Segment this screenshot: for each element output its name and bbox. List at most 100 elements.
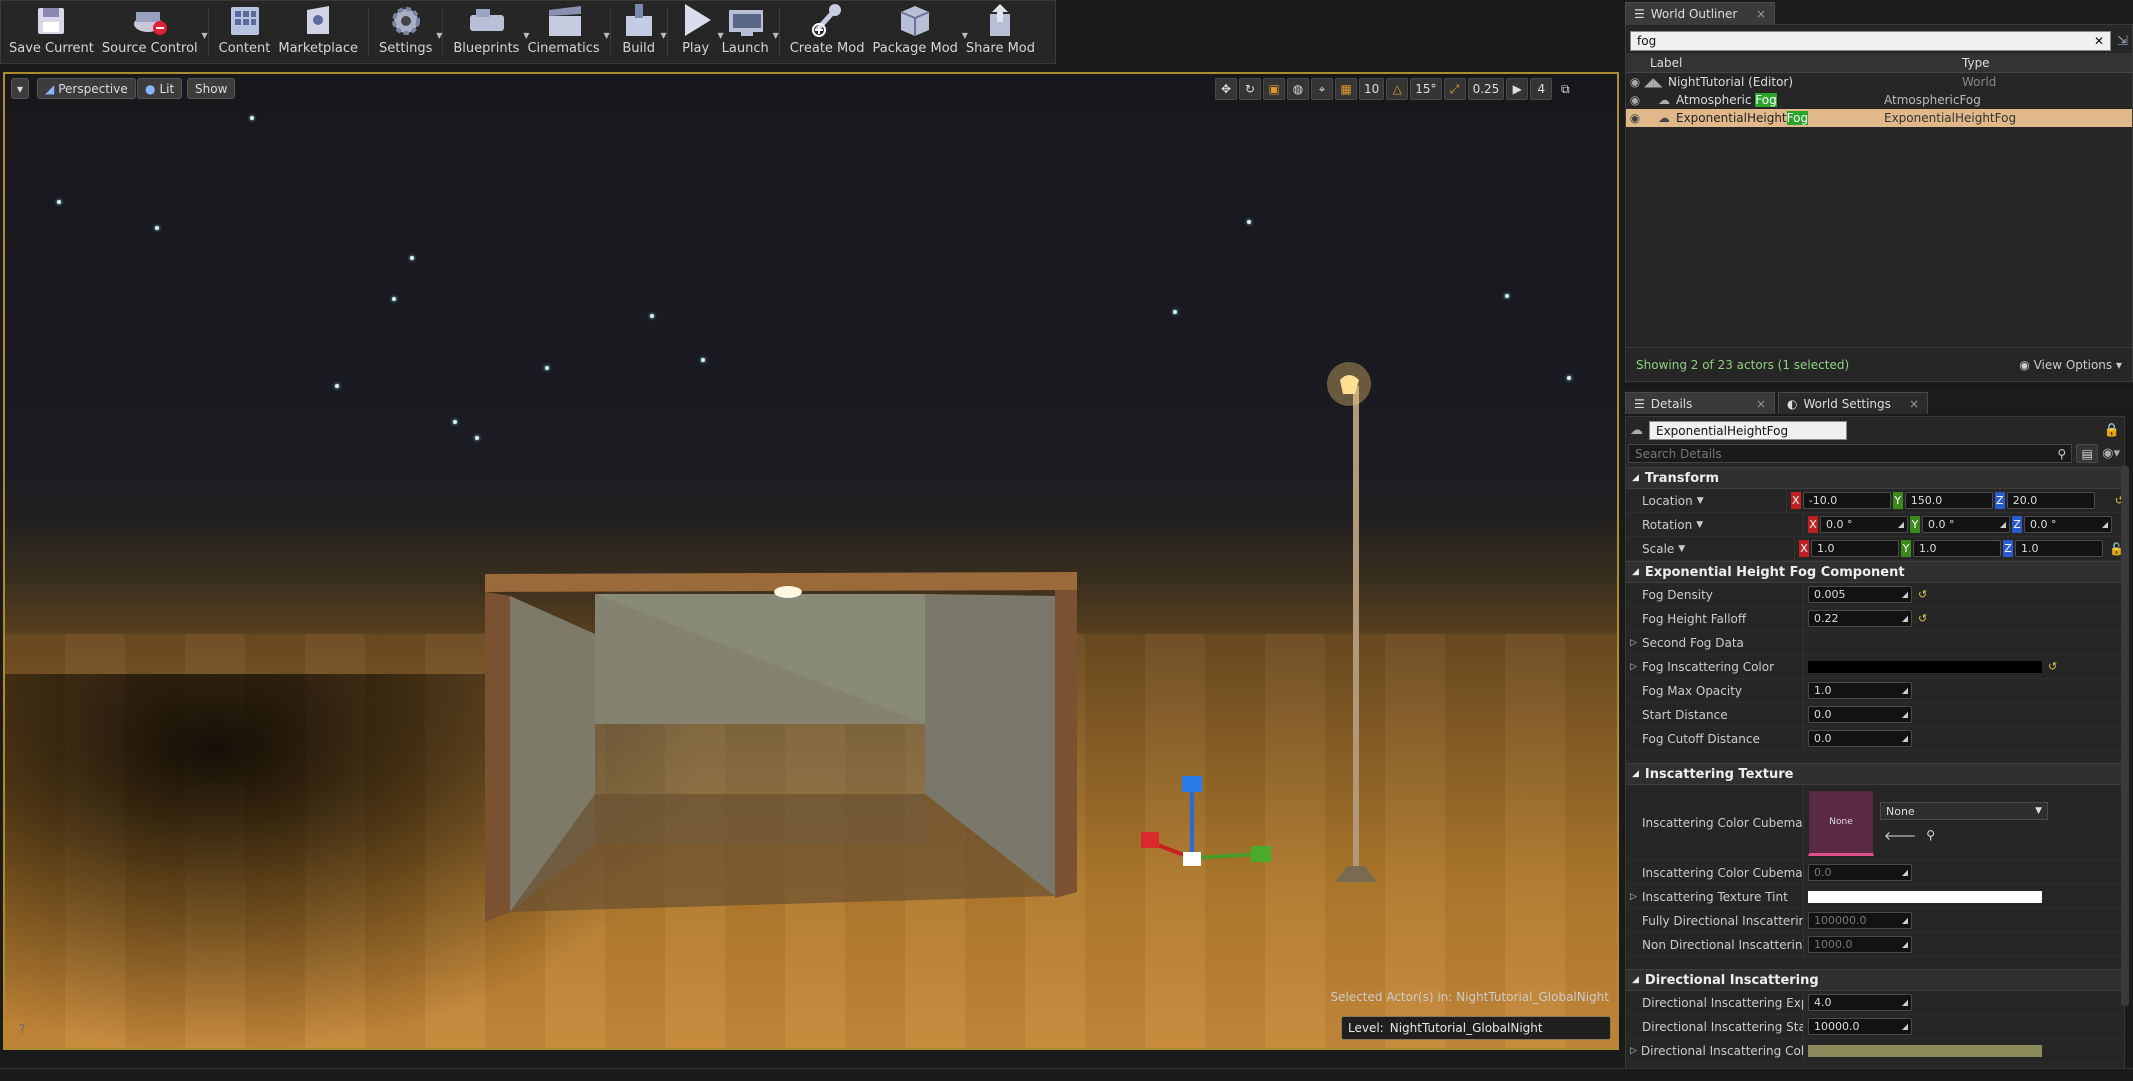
camera-speed-icon[interactable]: ▶ — [1506, 78, 1529, 100]
second-fog-data-row[interactable]: ▷ Second Fog Data — [1626, 631, 2124, 655]
fog-density-field[interactable]: 0.005 ◢ — [1808, 586, 1912, 603]
expand-icon[interactable]: ▷ — [1630, 1046, 1637, 1056]
source-control-button[interactable]: Source Control ▼ — [98, 4, 208, 60]
scale-snap-icon[interactable]: ⤢ — [1443, 78, 1466, 100]
fog-cutoff-field[interactable]: 0.0 ◢ — [1808, 730, 1912, 747]
eye-icon[interactable]: ◉▾ — [2102, 446, 2120, 461]
location-x-field[interactable]: -10.0 — [1802, 492, 1891, 509]
perspective-button[interactable]: ◢ Perspective — [37, 78, 136, 99]
fog-component-section-header[interactable]: ◢ Exponential Height Fog Component — [1626, 561, 2124, 583]
chevron-down-icon[interactable]: ▼ — [603, 31, 609, 40]
rotation-snap-icon[interactable]: △ — [1386, 78, 1409, 100]
tex-tint-color-swatch[interactable] — [1808, 890, 2042, 903]
chevron-down-icon[interactable]: ▼ — [1678, 544, 1685, 554]
outliner-row[interactable]: ◉ ☁ Atmospheric Fog AtmosphericFog — [1626, 91, 2132, 109]
marketplace-button[interactable]: Marketplace — [274, 4, 362, 60]
transform-section-header[interactable]: ◢ Transform — [1626, 467, 2124, 489]
close-icon[interactable]: × — [1756, 7, 1766, 21]
grid-snap-value[interactable]: 10 — [1359, 78, 1385, 100]
scale-tool-icon[interactable]: ▣ — [1263, 78, 1285, 100]
chevron-down-icon[interactable]: ▼ — [1696, 520, 1703, 530]
show-button[interactable]: Show — [187, 78, 236, 99]
dir-start-field[interactable]: 10000.0 ◢ — [1808, 1018, 1912, 1035]
outliner-row[interactable]: ◉ ◢◣ NightTutorial (Editor) World — [1626, 73, 2132, 91]
rotation-y-field[interactable]: 0.0 ° ◢ — [1922, 516, 2010, 533]
tab-world-settings[interactable]: ◐ World Settings × — [1778, 392, 1928, 414]
grid-snap-icon[interactable]: ▦ — [1335, 78, 1357, 100]
camera-speed-value[interactable]: 4 — [1530, 78, 1553, 100]
scale-x-field[interactable]: 1.0 — [1811, 540, 1900, 557]
outliner-search-input[interactable]: fog ✕ — [1630, 31, 2112, 51]
reset-to-default-icon[interactable]: ↺ — [2048, 660, 2057, 673]
dir-exp-field[interactable]: 4.0 ◢ — [1808, 994, 1912, 1011]
help-icon[interactable]: ? — [19, 1022, 25, 1036]
close-icon[interactable]: × — [1756, 397, 1766, 411]
start-distance-field[interactable]: 0.0 ◢ — [1808, 706, 1912, 723]
launch-button[interactable]: Launch ▼ — [718, 4, 779, 60]
add-filter-icon[interactable]: ⇲ — [2117, 34, 2128, 49]
rotation-z-field[interactable]: 0.0 ° ◢ — [2024, 516, 2112, 533]
share-mod-button[interactable]: Share Mod — [962, 4, 1039, 60]
rotate-tool-icon[interactable]: ↻ — [1239, 78, 1261, 100]
cinematics-button[interactable]: Cinematics ▼ — [523, 4, 610, 60]
world-space-icon[interactable]: ◍ — [1287, 78, 1309, 100]
actor-name-input[interactable]: ExponentialHeightFog — [1649, 421, 1847, 440]
scale-snap-value[interactable]: 0.25 — [1467, 78, 1505, 100]
maximize-viewport-icon[interactable]: ⧉ — [1554, 78, 1576, 100]
close-icon[interactable]: × — [1909, 397, 1919, 411]
dir-color-swatch[interactable] — [1808, 1044, 2042, 1057]
location-z-field[interactable]: 20.0 — [2006, 492, 2095, 509]
viewport-options-button[interactable]: ▾ — [11, 78, 30, 99]
details-scrollbar[interactable] — [2121, 466, 2129, 1006]
tab-world-outliner[interactable]: ☰ World Outliner × — [1625, 2, 1775, 24]
surface-snap-icon[interactable]: ⌖ — [1311, 78, 1333, 100]
settings-button[interactable]: Settings ▼ — [375, 4, 442, 60]
type-column-header[interactable]: Type — [1962, 56, 2132, 70]
lit-button[interactable]: ● Lit — [137, 78, 183, 99]
view-options-button[interactable]: ◉ View Options ▾ — [2019, 358, 2122, 372]
eye-icon[interactable]: ◉ — [1626, 93, 1644, 107]
scale-y-field[interactable]: 1.0 — [1913, 540, 2002, 557]
location-y-field[interactable]: 150.0 — [1904, 492, 1993, 509]
tab-details[interactable]: ☰ Details × — [1625, 392, 1775, 414]
save-current-button[interactable]: Save Current — [5, 4, 98, 60]
property-matrix-icon[interactable]: ▤ — [2076, 444, 2099, 463]
translate-tool-icon[interactable]: ✥ — [1215, 78, 1237, 100]
expand-icon[interactable]: ▷ — [1630, 892, 1638, 902]
chevron-down-icon[interactable]: ▼ — [436, 31, 442, 40]
chevron-down-icon[interactable]: ▼ — [773, 31, 779, 40]
outliner-row-selected[interactable]: ◉ ☁ ExponentialHeightFog ExponentialHeig… — [1626, 109, 2132, 127]
rotation-x-field[interactable]: 0.0 ° ◢ — [1820, 516, 1908, 533]
expand-icon[interactable]: ▷ — [1630, 662, 1638, 672]
label-column-header[interactable]: Label — [1626, 56, 1962, 70]
chevron-down-icon[interactable]: ▼ — [202, 31, 208, 40]
chevron-down-icon[interactable]: ▼ — [660, 31, 666, 40]
cubemap-asset-select[interactable]: None ▼ — [1880, 802, 2048, 820]
directional-inscattering-section-header[interactable]: ◢ Directional Inscattering — [1626, 969, 2124, 991]
clear-search-icon[interactable]: ✕ — [2094, 34, 2104, 48]
chevron-down-icon[interactable]: ▼ — [1697, 496, 1704, 506]
create-mod-button[interactable]: Create Mod — [786, 4, 869, 60]
lock-icon[interactable]: 🔒 — [2104, 423, 2120, 438]
package-mod-button[interactable]: Package Mod ▼ — [868, 4, 968, 60]
build-button[interactable]: Build ▼ — [617, 4, 667, 60]
fog-max-opacity-field[interactable]: 1.0 ◢ — [1808, 682, 1912, 699]
content-button[interactable]: Content — [215, 4, 275, 60]
reset-to-default-icon[interactable]: ↺ — [1918, 612, 1927, 625]
blueprints-button[interactable]: Blueprints ▼ — [449, 4, 529, 60]
use-selected-arrow-icon[interactable]: 🡐 — [1884, 828, 1916, 843]
reset-to-default-icon[interactable]: ↺ — [1918, 588, 1927, 601]
rotation-snap-value[interactable]: 15° — [1410, 78, 1442, 100]
cubemap-thumbnail[interactable]: None — [1808, 789, 1874, 856]
eye-icon[interactable]: ◉ — [1626, 75, 1644, 89]
fog-inscatter-color-swatch[interactable] — [1808, 660, 2042, 673]
fog-falloff-field[interactable]: 0.22 ◢ — [1808, 610, 1912, 627]
details-search-input[interactable]: Search Details ⚲ — [1628, 444, 2073, 463]
eye-icon[interactable]: ◉ — [1626, 111, 1644, 125]
expand-icon[interactable]: ▷ — [1630, 638, 1638, 648]
level-viewport[interactable]: ▾ ◢ Perspective ● Lit Show ✥ ↻ ▣ ◍ ⌖ ▦ 10 … — [3, 72, 1619, 1050]
scale-z-field[interactable]: 1.0 — [2015, 540, 2104, 557]
inscattering-texture-section-header[interactable]: ◢ Inscattering Texture — [1626, 763, 2124, 785]
play-button[interactable]: Play ▼ — [674, 4, 724, 60]
browse-search-icon[interactable]: ⚲ — [1926, 828, 1935, 843]
